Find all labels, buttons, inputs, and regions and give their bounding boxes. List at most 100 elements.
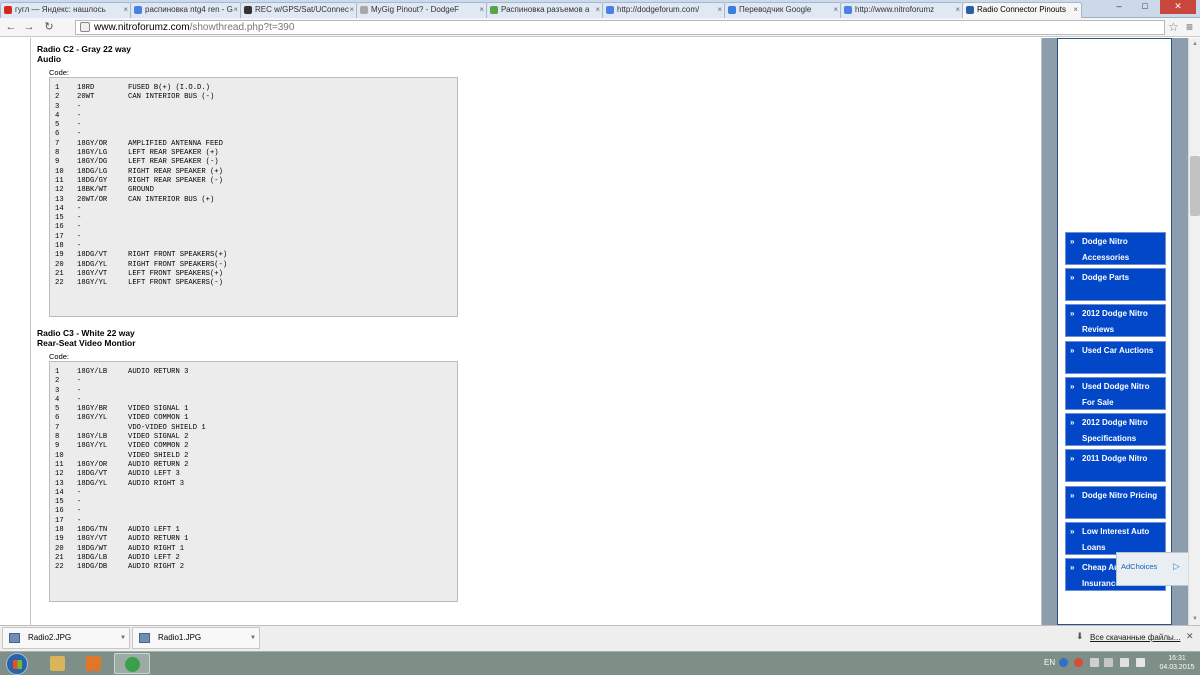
chrome-menu-icon[interactable]: ≡	[1186, 20, 1193, 34]
sidebar-link-label: 2012 Dodge Nitro Reviews	[1082, 309, 1148, 334]
sidebar-ad-link[interactable]: » Dodge Nitro Pricing	[1065, 486, 1166, 519]
browser-tab[interactable]: REC w/GPS/Sat/UConnec ×	[240, 2, 358, 18]
bookmark-star-icon[interactable]: ☆	[1168, 20, 1179, 34]
code-block-c3[interactable]: 1 18GY/LB AUDIO RETURN 3 2-3-4-5 18GY/BR VIDE…	[49, 361, 458, 602]
pin-number: 16	[55, 507, 64, 516]
tab-close-icon[interactable]: ×	[233, 3, 238, 17]
adchoices-label: AdChoices	[1121, 562, 1158, 571]
tab-label: распиновка ntg4 ren - G	[145, 5, 233, 14]
pin-number: 10	[55, 451, 64, 460]
taskbar-media-player-button[interactable]	[76, 653, 112, 674]
taskbar-chrome-button[interactable]	[114, 653, 150, 674]
pinout-row: 18 18DG/TN AUDIO LEFT 1	[55, 526, 457, 535]
scroll-thumb[interactable]	[1190, 156, 1200, 216]
language-indicator[interactable]: EN	[1044, 658, 1055, 667]
sidebar-ad-link[interactable]: » Used Dodge Nitro For Sale	[1065, 377, 1166, 410]
wire-code: 18GY/VT	[77, 269, 108, 278]
tab-strip: гугл — Яндекс: нашлось × распиновка ntg4 r…	[0, 0, 1200, 19]
tab-label: Переводчик Google	[739, 5, 812, 14]
browser-tab[interactable]: Переводчик Google ×	[724, 2, 842, 18]
close-window-button[interactable]: ✕	[1160, 0, 1196, 14]
reload-button[interactable]: ↻	[42, 20, 56, 34]
tab-close-icon[interactable]: ×	[717, 3, 722, 17]
sidebar-ad-link[interactable]: » Low Interest Auto Loans	[1065, 522, 1166, 555]
browser-tab[interactable]: http://www.nitroforumz ×	[840, 2, 964, 18]
download-menu-icon[interactable]: ▼	[120, 628, 126, 648]
show-all-downloads-link[interactable]: Все скачанные файлы...	[1090, 633, 1180, 642]
scroll-down-arrow-icon[interactable]: ▼	[1189, 613, 1200, 625]
pinout-row: 22 18DG/DB AUDIO RIGHT 2	[55, 563, 457, 572]
clock[interactable]: 16:31 04.03.2015	[1157, 654, 1197, 672]
media-player-icon	[86, 656, 101, 671]
back-button[interactable]: ←	[4, 20, 18, 34]
pin-number: 12	[55, 470, 64, 479]
keyboard-icon[interactable]	[1136, 658, 1145, 667]
sidebar-link-label: Dodge Nitro Accessories	[1082, 237, 1130, 262]
sidebar-link-label: Dodge Nitro Pricing	[1082, 491, 1158, 500]
pin-number: 14	[55, 488, 64, 497]
pinout-row: 14 -	[55, 205, 457, 214]
scroll-up-arrow-icon[interactable]: ▲	[1189, 38, 1200, 50]
taskbar-explorer-button[interactable]	[40, 653, 76, 674]
tab-close-icon[interactable]: ×	[833, 3, 838, 17]
pin-function: AUDIO LEFT 2	[128, 553, 180, 562]
pin-number: 2	[55, 377, 60, 386]
address-bar[interactable]: www.nitroforumz.com/showthread.php?t=390	[75, 20, 1165, 35]
tab-close-icon[interactable]: ×	[349, 3, 354, 17]
download-menu-icon[interactable]: ▼	[250, 628, 256, 648]
code-block-c2[interactable]: 1 18RD FUSED B(+) (I.O.D.) 2 20WT CAN INTERIO…	[49, 77, 458, 317]
sidebar-ad-link[interactable]: » Dodge Nitro Accessories	[1065, 232, 1166, 265]
sidebar-ad-link[interactable]: » 2012 Dodge Nitro Specifications	[1065, 413, 1166, 446]
browser-tab[interactable]: MyGig Pinout? - DodgeF ×	[356, 2, 488, 18]
pin-number: 18	[55, 526, 64, 535]
volume-icon[interactable]	[1120, 658, 1129, 667]
download-item[interactable]: Radio2.JPG ▼	[2, 627, 130, 649]
pin-number: 7	[55, 139, 60, 148]
browser-tab[interactable]: http://dodgeforum.com/ ×	[602, 2, 726, 18]
chevron-right-icon: »	[1070, 382, 1075, 391]
sidebar-ad-link[interactable]: » 2012 Dodge Nitro Reviews	[1065, 304, 1166, 337]
pin-number: 3	[55, 386, 60, 395]
page-gutter-right	[1172, 38, 1188, 625]
tab-close-icon[interactable]: ×	[955, 3, 960, 17]
forward-button[interactable]: →	[22, 20, 36, 34]
minimize-button[interactable]: –	[1108, 0, 1130, 14]
wire-code: 18GY/LG	[77, 149, 108, 158]
pin-number: 18	[55, 242, 64, 251]
tab-close-icon[interactable]: ×	[479, 3, 484, 17]
browser-tab[interactable]: гугл — Яндекс: нашлось ×	[0, 2, 132, 18]
pin-number: 11	[55, 176, 64, 185]
wire-code: -	[77, 121, 82, 130]
tab-close-icon[interactable]: ×	[1073, 3, 1078, 17]
pin-number: 3	[55, 102, 60, 111]
browser-tab[interactable]: Radio Connector Pinouts ×	[962, 2, 1082, 19]
section-title: Radio C2 - Gray 22 way	[37, 44, 132, 54]
browser-tab[interactable]: распиновка ntg4 ren - G ×	[130, 2, 242, 18]
help-icon[interactable]	[1059, 658, 1068, 667]
pin-number: 10	[55, 167, 64, 176]
download-filename: Radio2.JPG	[28, 633, 72, 642]
chevron-right-icon: »	[1070, 273, 1075, 282]
start-button[interactable]	[6, 653, 28, 675]
maximize-button[interactable]: □	[1134, 0, 1156, 14]
download-item[interactable]: Radio1.JPG ▼	[132, 627, 260, 649]
sidebar-link-label: 2012 Dodge Nitro Specifications	[1082, 418, 1148, 443]
tab-close-icon[interactable]: ×	[595, 3, 600, 17]
tray-app-icon[interactable]	[1074, 658, 1083, 667]
pin-number: 13	[55, 479, 64, 488]
browser-tab[interactable]: Распиновка разъемов а ×	[486, 2, 604, 18]
wire-code: 18GY/DG	[77, 158, 108, 167]
close-downloads-icon[interactable]: ✕	[1186, 631, 1194, 642]
chevron-right-icon: »	[1070, 563, 1075, 572]
sidebar-ad-link[interactable]: » 2011 Dodge Nitro	[1065, 449, 1166, 482]
page-scrollbar[interactable]: ▲ ▼	[1188, 38, 1200, 625]
sidebar-ad-link[interactable]: » Used Car Auctions	[1065, 341, 1166, 374]
downloads-bar: ⬇ Все скачанные файлы... ✕ Radio2.JPG ▼ Ra…	[0, 625, 1200, 651]
pinout-row: 7 VDO-VIDEO SHIELD 1	[55, 424, 457, 433]
tab-close-icon[interactable]: ×	[123, 3, 128, 17]
pin-number: 21	[55, 269, 64, 278]
network-icon[interactable]	[1104, 658, 1113, 667]
wire-code: -	[77, 111, 82, 120]
flag-icon[interactable]	[1090, 658, 1099, 667]
sidebar-ad-link[interactable]: » Dodge Parts	[1065, 268, 1166, 301]
